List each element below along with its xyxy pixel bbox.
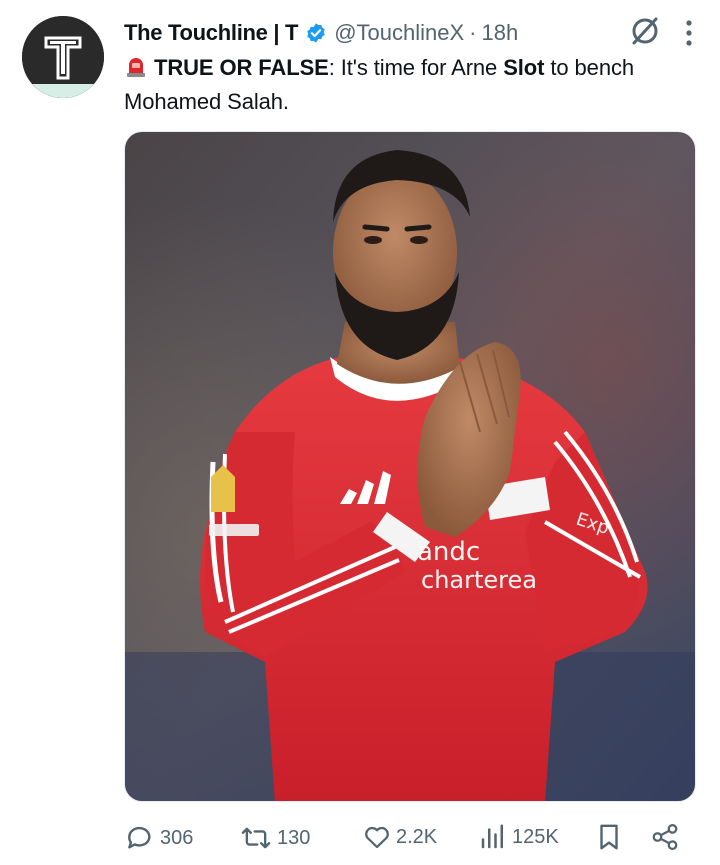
tweet-media-photo[interactable]: andc charterea Exp xyxy=(124,131,696,802)
verified-badge-icon xyxy=(305,22,327,44)
siren-emoji-icon xyxy=(124,54,148,86)
views-button[interactable]: 125K xyxy=(478,822,559,852)
like-button[interactable]: 2.2K xyxy=(362,822,437,852)
avatar-band xyxy=(22,84,104,98)
like-icon xyxy=(365,826,389,849)
timestamp[interactable]: 18h xyxy=(482,20,519,46)
repost-button[interactable]: 130 xyxy=(239,822,310,854)
reply-button[interactable]: 306 xyxy=(124,822,193,854)
grok-icon[interactable] xyxy=(628,14,662,53)
player-photo: andc charterea Exp xyxy=(125,132,695,801)
repost-count: 130 xyxy=(277,826,311,849)
tweet-text: TRUE OR FALSE: It's time for Arne Slot t… xyxy=(124,52,698,117)
share-icon xyxy=(652,824,678,850)
tweet-body: The Touchline | T @TouchlineX · 18h TRUE… xyxy=(124,14,698,117)
tweet-action-bar: 306 130 2.2K 125K xyxy=(124,818,696,858)
avatar[interactable] xyxy=(22,16,104,98)
text-part-2: : It's time for Arne xyxy=(328,55,504,80)
tweet-header: The Touchline | T @TouchlineX · 18h xyxy=(124,14,698,52)
reply-count: 306 xyxy=(160,826,194,849)
share-button[interactable] xyxy=(650,822,684,852)
display-name[interactable]: The Touchline | T xyxy=(124,20,299,46)
text-bold-true-false: TRUE OR FALSE xyxy=(154,55,329,80)
handle[interactable]: @TouchlineX xyxy=(334,20,464,46)
bookmark-icon xyxy=(600,824,618,850)
views-count: 125K xyxy=(512,825,559,848)
text-bold-slot: Slot xyxy=(503,55,545,80)
views-icon xyxy=(481,824,503,849)
more-icon[interactable] xyxy=(686,20,692,51)
like-count: 2.2K xyxy=(396,825,438,848)
separator-dot: · xyxy=(469,20,477,45)
sponsor-line-2: charterea xyxy=(421,566,537,594)
bookmark-button[interactable] xyxy=(594,822,628,852)
repost-icon xyxy=(241,827,271,849)
reply-icon xyxy=(128,826,151,849)
sponsor-line-1: andc xyxy=(417,537,480,567)
